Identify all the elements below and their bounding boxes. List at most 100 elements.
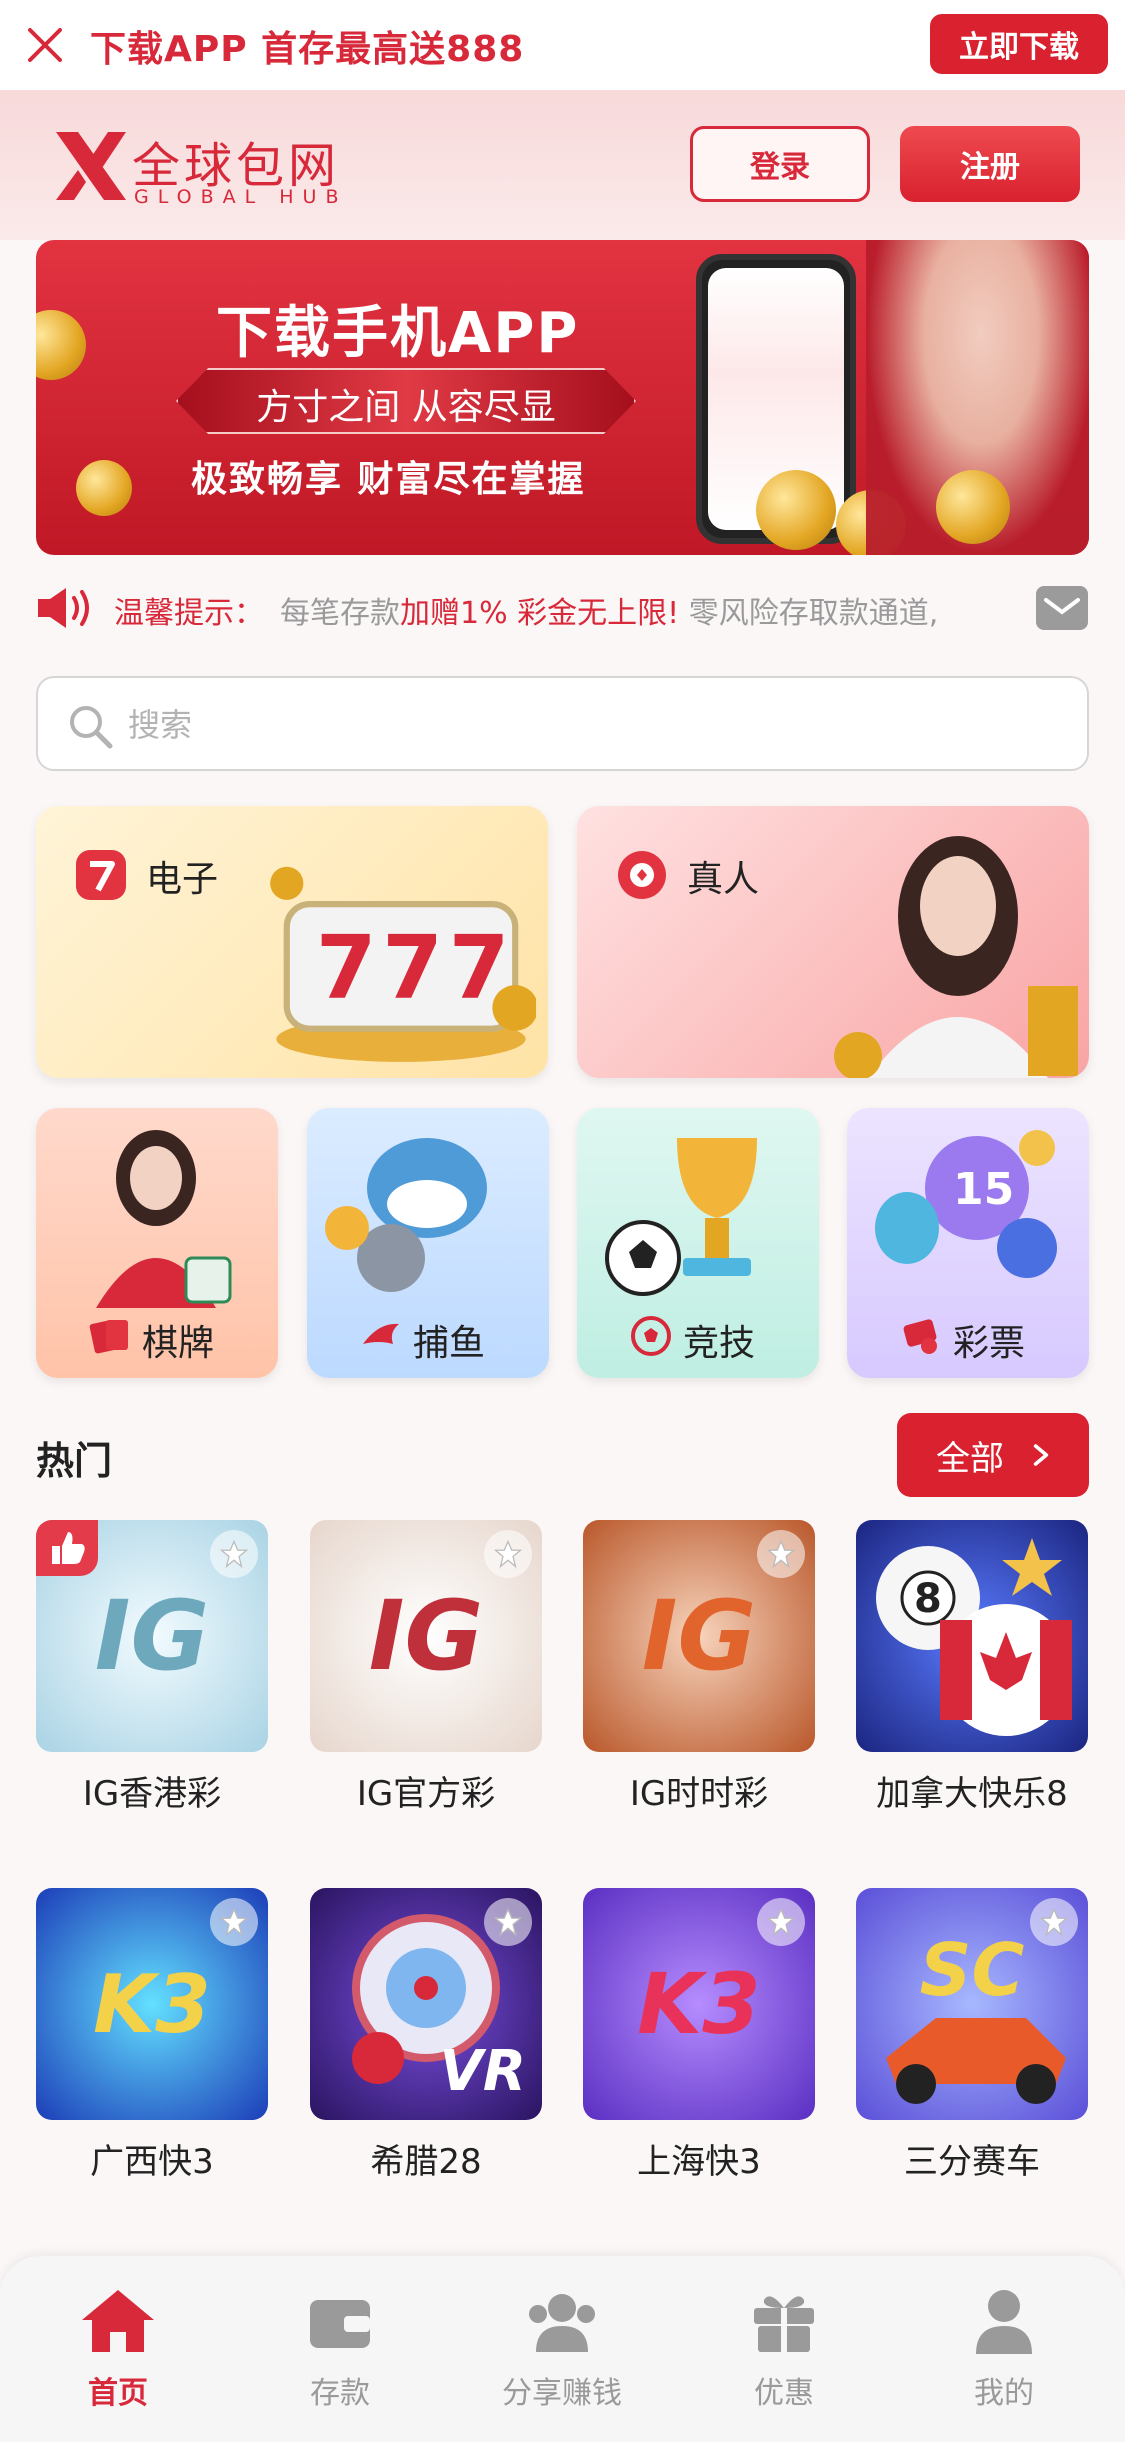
svg-text:7: 7 [316,917,377,1019]
cards-icon [89,1320,128,1354]
notice-marquee[interactable]: 温馨提示： 每笔存款加赠1% 彩金无上限! 零风险存取款通道, [36,578,1089,638]
game-thumbnail[interactable]: IG [583,1520,815,1752]
game-thumbnail[interactable]: K3 [583,1888,815,2120]
category-card-chess[interactable]: 棋牌 [36,1108,278,1378]
search-box[interactable] [36,676,1089,771]
game-thumbnail[interactable]: 8 [856,1520,1088,1752]
favorite-star-icon[interactable] [484,1898,532,1946]
slot-machine-image: 7 7 7 [270,866,536,1062]
login-button[interactable]: 登录 [690,126,870,202]
game-thumbnail[interactable]: IG [310,1520,542,1752]
game-item[interactable]: K3 广西快3 [36,1888,268,2183]
soccer-ball-icon [631,1316,671,1356]
nav-label: 存款 [310,2376,370,2411]
nav-deposit[interactable]: 存款 [250,2286,430,2416]
banner-tagline: 极致畅享 财富尽在掌握 [191,459,586,500]
category-card-sports[interactable]: 竞技 [577,1108,819,1378]
tether-coin-icon [756,470,836,550]
search-icon [70,706,113,749]
game-item[interactable]: IG IG时时彩 [583,1520,815,1815]
nav-share-earn[interactable]: 分享赚钱 [472,2286,652,2416]
game-name: 上海快3 [637,2142,761,2182]
banner-title: 下载手机APP [216,301,580,366]
close-icon[interactable] [24,24,66,66]
game-item[interactable]: 8 加拿大快乐8 [856,1520,1088,1815]
lottery-ticket-icon [903,1319,937,1354]
shark-icon [363,1323,399,1344]
view-all-button[interactable]: 全部 [897,1413,1089,1497]
user-icon [976,2290,1032,2354]
game-item[interactable]: IG IG香港彩 [36,1520,268,1815]
game-item[interactable]: VR 希腊28 [310,1888,542,2183]
coin-icon [76,460,132,516]
svg-text:7: 7 [382,917,443,1019]
download-promo-text: 下载APP 首存最高送888 [90,29,525,70]
nav-profile[interactable]: 我的 [914,2286,1094,2416]
favorite-star-icon[interactable] [757,1530,805,1578]
nav-label: 优惠 [754,2376,814,2411]
site-header: 全球包网 GLOBAL HUB 登录 注册 [0,90,1125,240]
game-name: 广西快3 [90,2142,214,2182]
game-name: IG时时彩 [629,1774,769,1814]
speaker-icon [38,588,89,628]
category-card-lottery[interactable]: 15 彩票 [847,1108,1089,1378]
bottom-navigation: 首页 存款 分享赚钱 优惠 我的 [0,2256,1125,2442]
notice-text-highlight: 加赠1% 彩金无上限! [400,596,680,631]
game-item[interactable]: SC 三分赛车 [856,1888,1088,2183]
nav-label: 我的 [974,2376,1034,2411]
notice-text: 每笔存款加赠1% 彩金无上限! 零风险存取款通道, [280,588,1040,632]
live-dealer-image [834,836,1078,1078]
category-card-electronic[interactable]: 电子 7 7 7 [36,806,548,1078]
logo-x-icon[interactable] [52,128,130,204]
chess-card-art [96,1130,232,1308]
game-thumbnail[interactable]: SC [856,1888,1088,2120]
download-now-button[interactable]: 立即下载 [930,14,1108,74]
game-thumbnail[interactable]: K3 [36,1888,268,2120]
category-card-fishing[interactable]: 捕鱼 [307,1108,549,1378]
category-label-fishing: 捕鱼 [413,1323,486,1364]
game-item[interactable]: IG IG官方彩 [310,1520,542,1815]
mail-icon[interactable] [1036,586,1088,630]
game-item[interactable]: K3 上海快3 [583,1888,815,2183]
game-thumbnail[interactable]: IG [36,1520,268,1752]
game-name: IG香港彩 [82,1774,222,1814]
favorite-star-icon[interactable] [1030,1898,1078,1946]
notice-text-prefix: 每笔存款 [280,596,400,631]
game-name: 三分赛车 [904,2142,1040,2182]
nav-promotions[interactable]: 优惠 [694,2286,874,2416]
game-thumbnail[interactable]: VR [310,1888,542,2120]
users-icon [529,2294,595,2352]
nav-label: 首页 [88,2376,148,2411]
game-name: 加拿大快乐8 [876,1774,1068,1814]
game-name: 希腊28 [370,2142,482,2182]
category-label-electronic: 电子 [146,859,219,900]
banner-ribbon-text: 方寸之间 从容尽显 [256,387,556,428]
lottery-card-art: 15 [875,1130,1057,1278]
home-icon [82,2290,154,2352]
view-all-label: 全部 [936,1438,1004,1479]
game-name: IG官方彩 [356,1774,496,1814]
sports-card-art [605,1138,757,1296]
notice-text-suffix: 零风险存取款通道, [679,596,939,631]
category-card-live[interactable]: 真人 [577,806,1089,1078]
category-label-sports: 竞技 [683,1323,756,1364]
promo-banner[interactable]: 下载手机APP 方寸之间 从容尽显 极致畅享 财富尽在掌握 [36,240,1089,555]
favorite-star-icon[interactable] [210,1898,258,1946]
svg-text:15: 15 [953,1164,1014,1215]
favorite-star-icon[interactable] [484,1530,532,1578]
chip-icon [618,851,666,899]
favorite-star-icon[interactable] [757,1898,805,1946]
chevron-right-icon [1033,1444,1049,1466]
register-button[interactable]: 注册 [900,126,1080,202]
category-label-chess: 棋牌 [142,1323,215,1364]
favorite-star-icon[interactable] [210,1530,258,1578]
hot-section-title: 热门 [36,1439,113,1483]
canada-lottery-art: 8 [876,1538,1072,1736]
search-input[interactable] [128,698,1028,752]
nav-home[interactable]: 首页 [28,2286,208,2416]
tron-coin-icon [936,470,1010,544]
like-badge-icon [36,1520,98,1576]
wallet-icon [310,2300,370,2348]
notice-label: 温馨提示： [114,596,264,631]
slot-seven-icon [76,850,126,900]
